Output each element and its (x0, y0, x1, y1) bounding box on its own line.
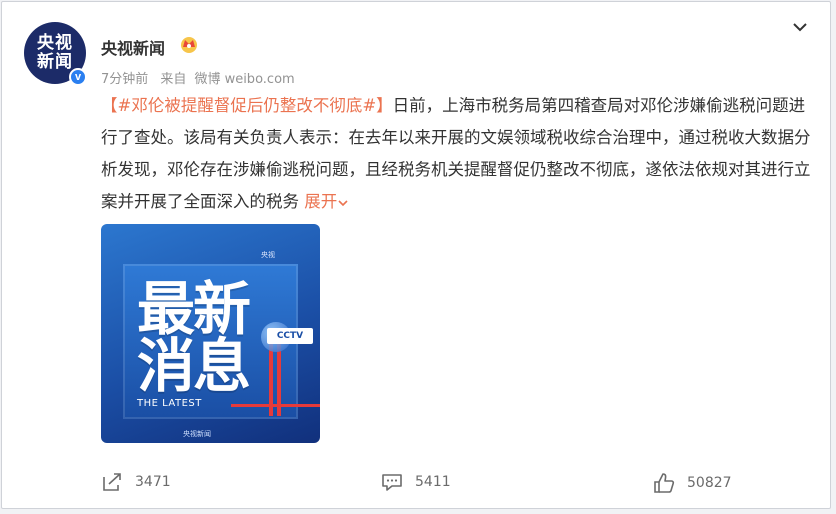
comment-count: 5411 (415, 474, 451, 490)
post-text: 【#邓伦被提醒督促后仍整改不彻底#】日前，上海市税务局第四稽查局对邓伦涉嫌偷逃税… (101, 90, 811, 218)
image-red-bar (231, 404, 320, 407)
repost-button[interactable]: 3471 (101, 472, 171, 492)
thumbs-up-icon (654, 473, 675, 493)
like-button[interactable]: 50827 (653, 472, 732, 494)
image-watermark: 央视新闻 (183, 430, 211, 438)
cctv-logo: CCTV (267, 328, 313, 344)
image-title-line2: 消息 (137, 332, 251, 400)
repost-count: 3471 (135, 474, 171, 490)
post-image[interactable]: 央视 CCTV 最新 消息 THE LATEST 央视新闻 (101, 224, 320, 443)
hashtag-link[interactable]: #邓伦被提醒督促后仍整改不彻底# (118, 96, 377, 115)
comment-button[interactable]: 5411 (381, 472, 451, 492)
comment-icon (382, 474, 402, 491)
avatar-text-bottom: 新闻 (37, 52, 73, 72)
account-name[interactable]: 央视新闻 (101, 35, 165, 59)
chevron-down-icon[interactable] (789, 16, 811, 38)
like-count: 50827 (687, 475, 732, 491)
source-prefix: 来自 (160, 72, 187, 87)
avatar-text-top: 央视 (37, 33, 73, 53)
chevron-down-small-icon (338, 199, 348, 206)
post-source: 微博 weibo.com (194, 72, 295, 87)
bracket-close: 】 (376, 96, 393, 115)
post-time[interactable]: 7分钟前 (101, 72, 148, 87)
expand-link[interactable]: 展开 (304, 192, 349, 211)
image-title-line1: 最新 (137, 275, 251, 343)
expand-label: 展开 (304, 192, 338, 211)
crown-badge-icon (181, 37, 197, 53)
bracket-open: 【 (101, 96, 118, 115)
image-subtitle: THE LATEST (137, 398, 202, 409)
image-top-mark: 央视 (261, 251, 275, 259)
repost-icon (103, 473, 121, 491)
weibo-post-card: 央视 新闻 v 央视新闻 7分钟前 来自 微博 weibo.com 【#邓伦被提醒… (1, 1, 831, 509)
post-meta: 7分钟前 来自 微博 weibo.com (101, 68, 303, 87)
verified-icon: v (69, 68, 87, 86)
